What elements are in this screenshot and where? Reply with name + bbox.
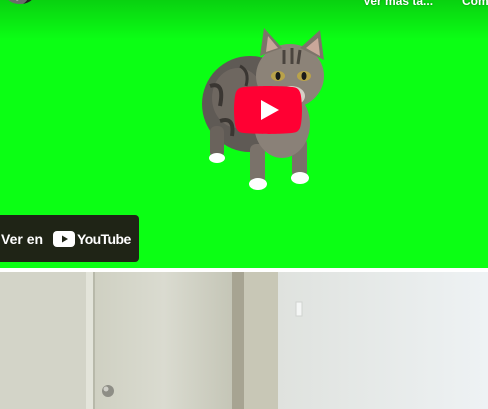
play-icon[interactable]: [234, 86, 302, 134]
youtube-wordmark: YouTube: [77, 230, 131, 247]
share-button[interactable]: Com: [462, 0, 488, 8]
video-player[interactable]: Ver más ta... Com Ver en YouTube: [0, 0, 488, 268]
watch-on-youtube-button[interactable]: Ver en YouTube: [0, 215, 139, 262]
watch-on-label: Ver en: [1, 230, 44, 247]
watch-later-button[interactable]: Ver más ta...: [363, 0, 433, 8]
youtube-logo-icon: [53, 230, 76, 247]
youtube-logo: YouTube: [53, 230, 131, 247]
page: Ver más ta... Com Ver en YouTube: [0, 0, 488, 409]
room-photo: [0, 272, 488, 409]
